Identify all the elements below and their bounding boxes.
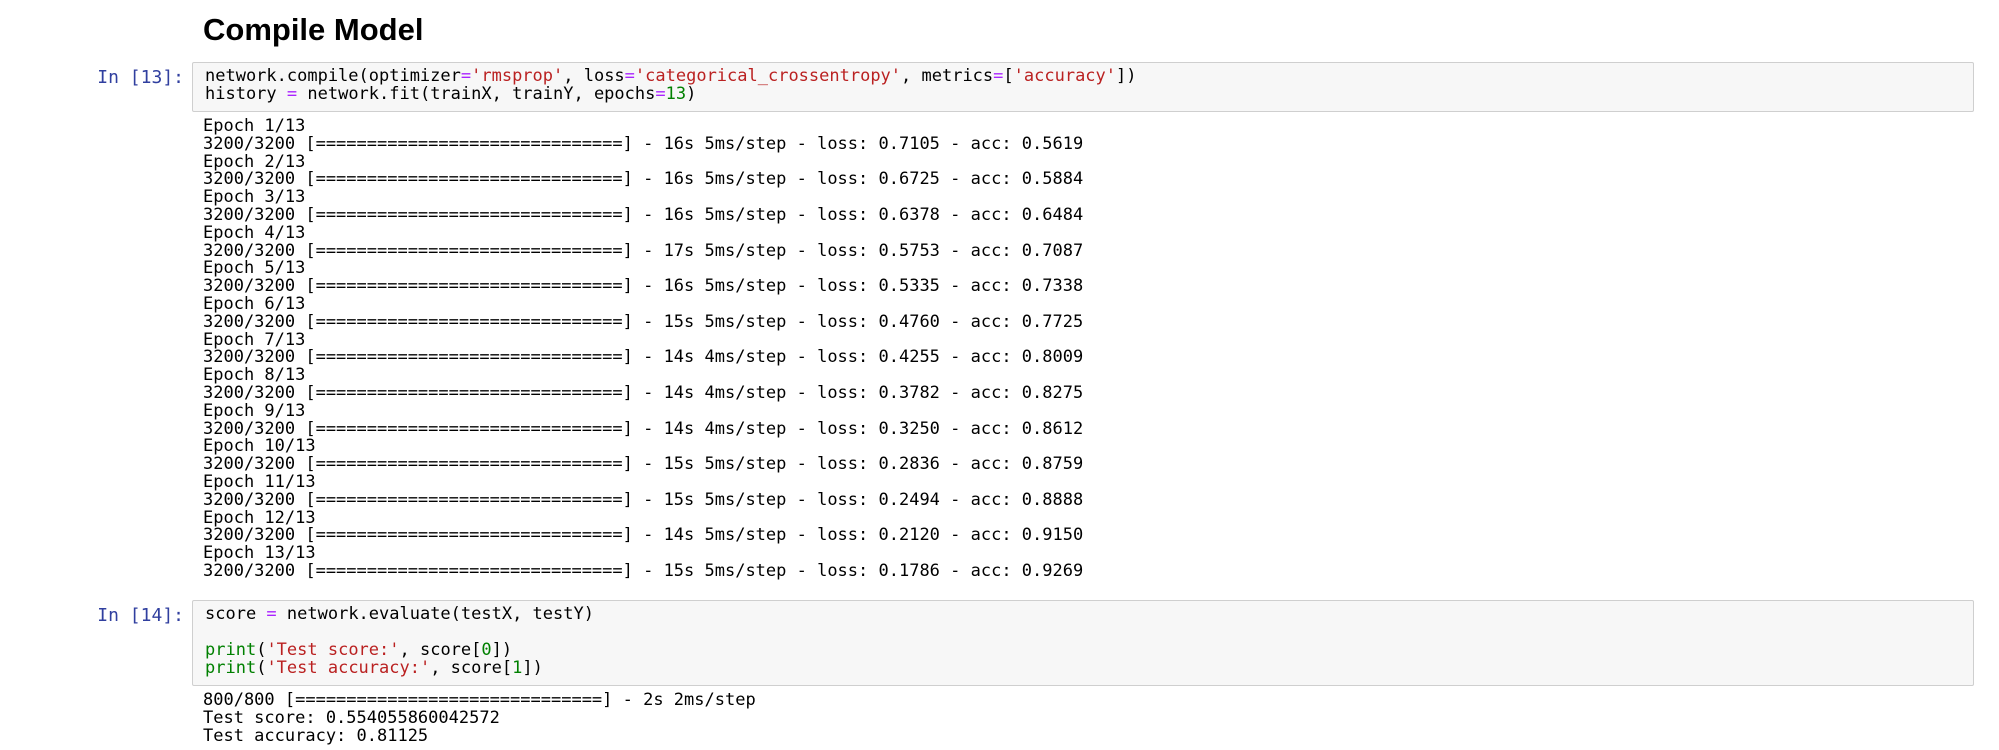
output-line: 3200/3200 [=============================… [203, 382, 1084, 403]
code-line: network.compile(optimizer='rmsprop', los… [205, 67, 1973, 85]
code-token: ) [686, 84, 697, 104]
cell-14-output: 800/800 [==============================]… [203, 691, 756, 746]
code-line: print('Test accuracy:', score[1]) [205, 659, 1973, 677]
code-token: = [286, 84, 298, 104]
cell-13-output: Epoch 1/13 3200/3200 [===================… [203, 117, 1084, 581]
code-token: , loss [563, 66, 625, 86]
code-token: score [205, 604, 267, 624]
code-token: history [205, 84, 287, 104]
code-token: = [624, 66, 635, 86]
code-token: ( [256, 658, 267, 678]
cell-14-prompt: In [14]: [97, 605, 184, 626]
output-line: 3200/3200 [=============================… [203, 454, 1084, 475]
code-token: 'categorical_crossentropy' [634, 66, 902, 86]
output-line: 3200/3200 [=============================… [203, 560, 1084, 581]
code-line: history = network.fit(trainX, trainY, ep… [205, 85, 1973, 103]
cell-13-input[interactable]: network.compile(optimizer='rmsprop', los… [192, 62, 1974, 112]
code-token: = [266, 604, 277, 624]
output-line: 3200/3200 [=============================… [203, 311, 1084, 332]
code-token: 'Test accuracy:' [266, 658, 431, 678]
code-token: [ [1003, 66, 1014, 86]
output-line: Epoch 4/13 [203, 222, 306, 243]
code-token: 'accuracy' [1013, 66, 1117, 86]
code-token: , score[ [399, 640, 482, 660]
code-token: network.evaluate(testX, testY) [276, 604, 594, 624]
output-line: 3200/3200 [=============================… [203, 204, 1084, 225]
output-line: 3200/3200 [=============================… [203, 276, 1084, 297]
cell-14-input[interactable]: score = network.evaluate(testX, testY) p… [192, 600, 1974, 686]
code-token: , metrics [901, 66, 994, 86]
code-token: = [655, 84, 666, 104]
code-token: 'rmsprop' [471, 66, 564, 86]
code-token: 'Test score:' [266, 640, 400, 660]
output-line: 3200/3200 [=============================… [203, 169, 1084, 190]
code-token: , score[ [430, 658, 513, 678]
code-token: ]) [491, 640, 513, 660]
code-token: 1 [512, 658, 523, 678]
code-token: ]) [1116, 66, 1137, 86]
code-line: print('Test score:', score[0]) [205, 641, 1973, 659]
output-line: 3200/3200 [=============================… [203, 133, 1084, 154]
code-line: score = network.evaluate(testX, testY) [205, 605, 1973, 623]
section-heading: Compile Model [203, 12, 424, 47]
code-token: ]) [522, 658, 543, 678]
output-line: Test accuracy: 0.81125 [203, 725, 429, 746]
code-token: = [460, 66, 472, 86]
code-token: ( [256, 640, 267, 660]
output-line: 3200/3200 [=============================… [203, 525, 1084, 546]
code-token: = [993, 66, 1004, 86]
code-token: network.compile(optimizer [205, 66, 461, 86]
output-line: Epoch 9/13 [203, 400, 306, 421]
output-line: 3200/3200 [=============================… [203, 347, 1084, 368]
code-token: print [205, 640, 257, 660]
code-token: 0 [481, 640, 492, 660]
code-token: 13 [665, 84, 687, 104]
output-line: Test score: 0.554055860042572 [203, 707, 500, 728]
output-line: 3200/3200 [=============================… [203, 489, 1084, 510]
cell-13-prompt: In [13]: [97, 67, 184, 88]
code-token: print [205, 658, 257, 678]
code-token: network.fit(trainX, trainY, epochs [297, 84, 656, 104]
output-line: 3200/3200 [=============================… [203, 240, 1084, 261]
output-line: 3200/3200 [=============================… [203, 418, 1084, 439]
